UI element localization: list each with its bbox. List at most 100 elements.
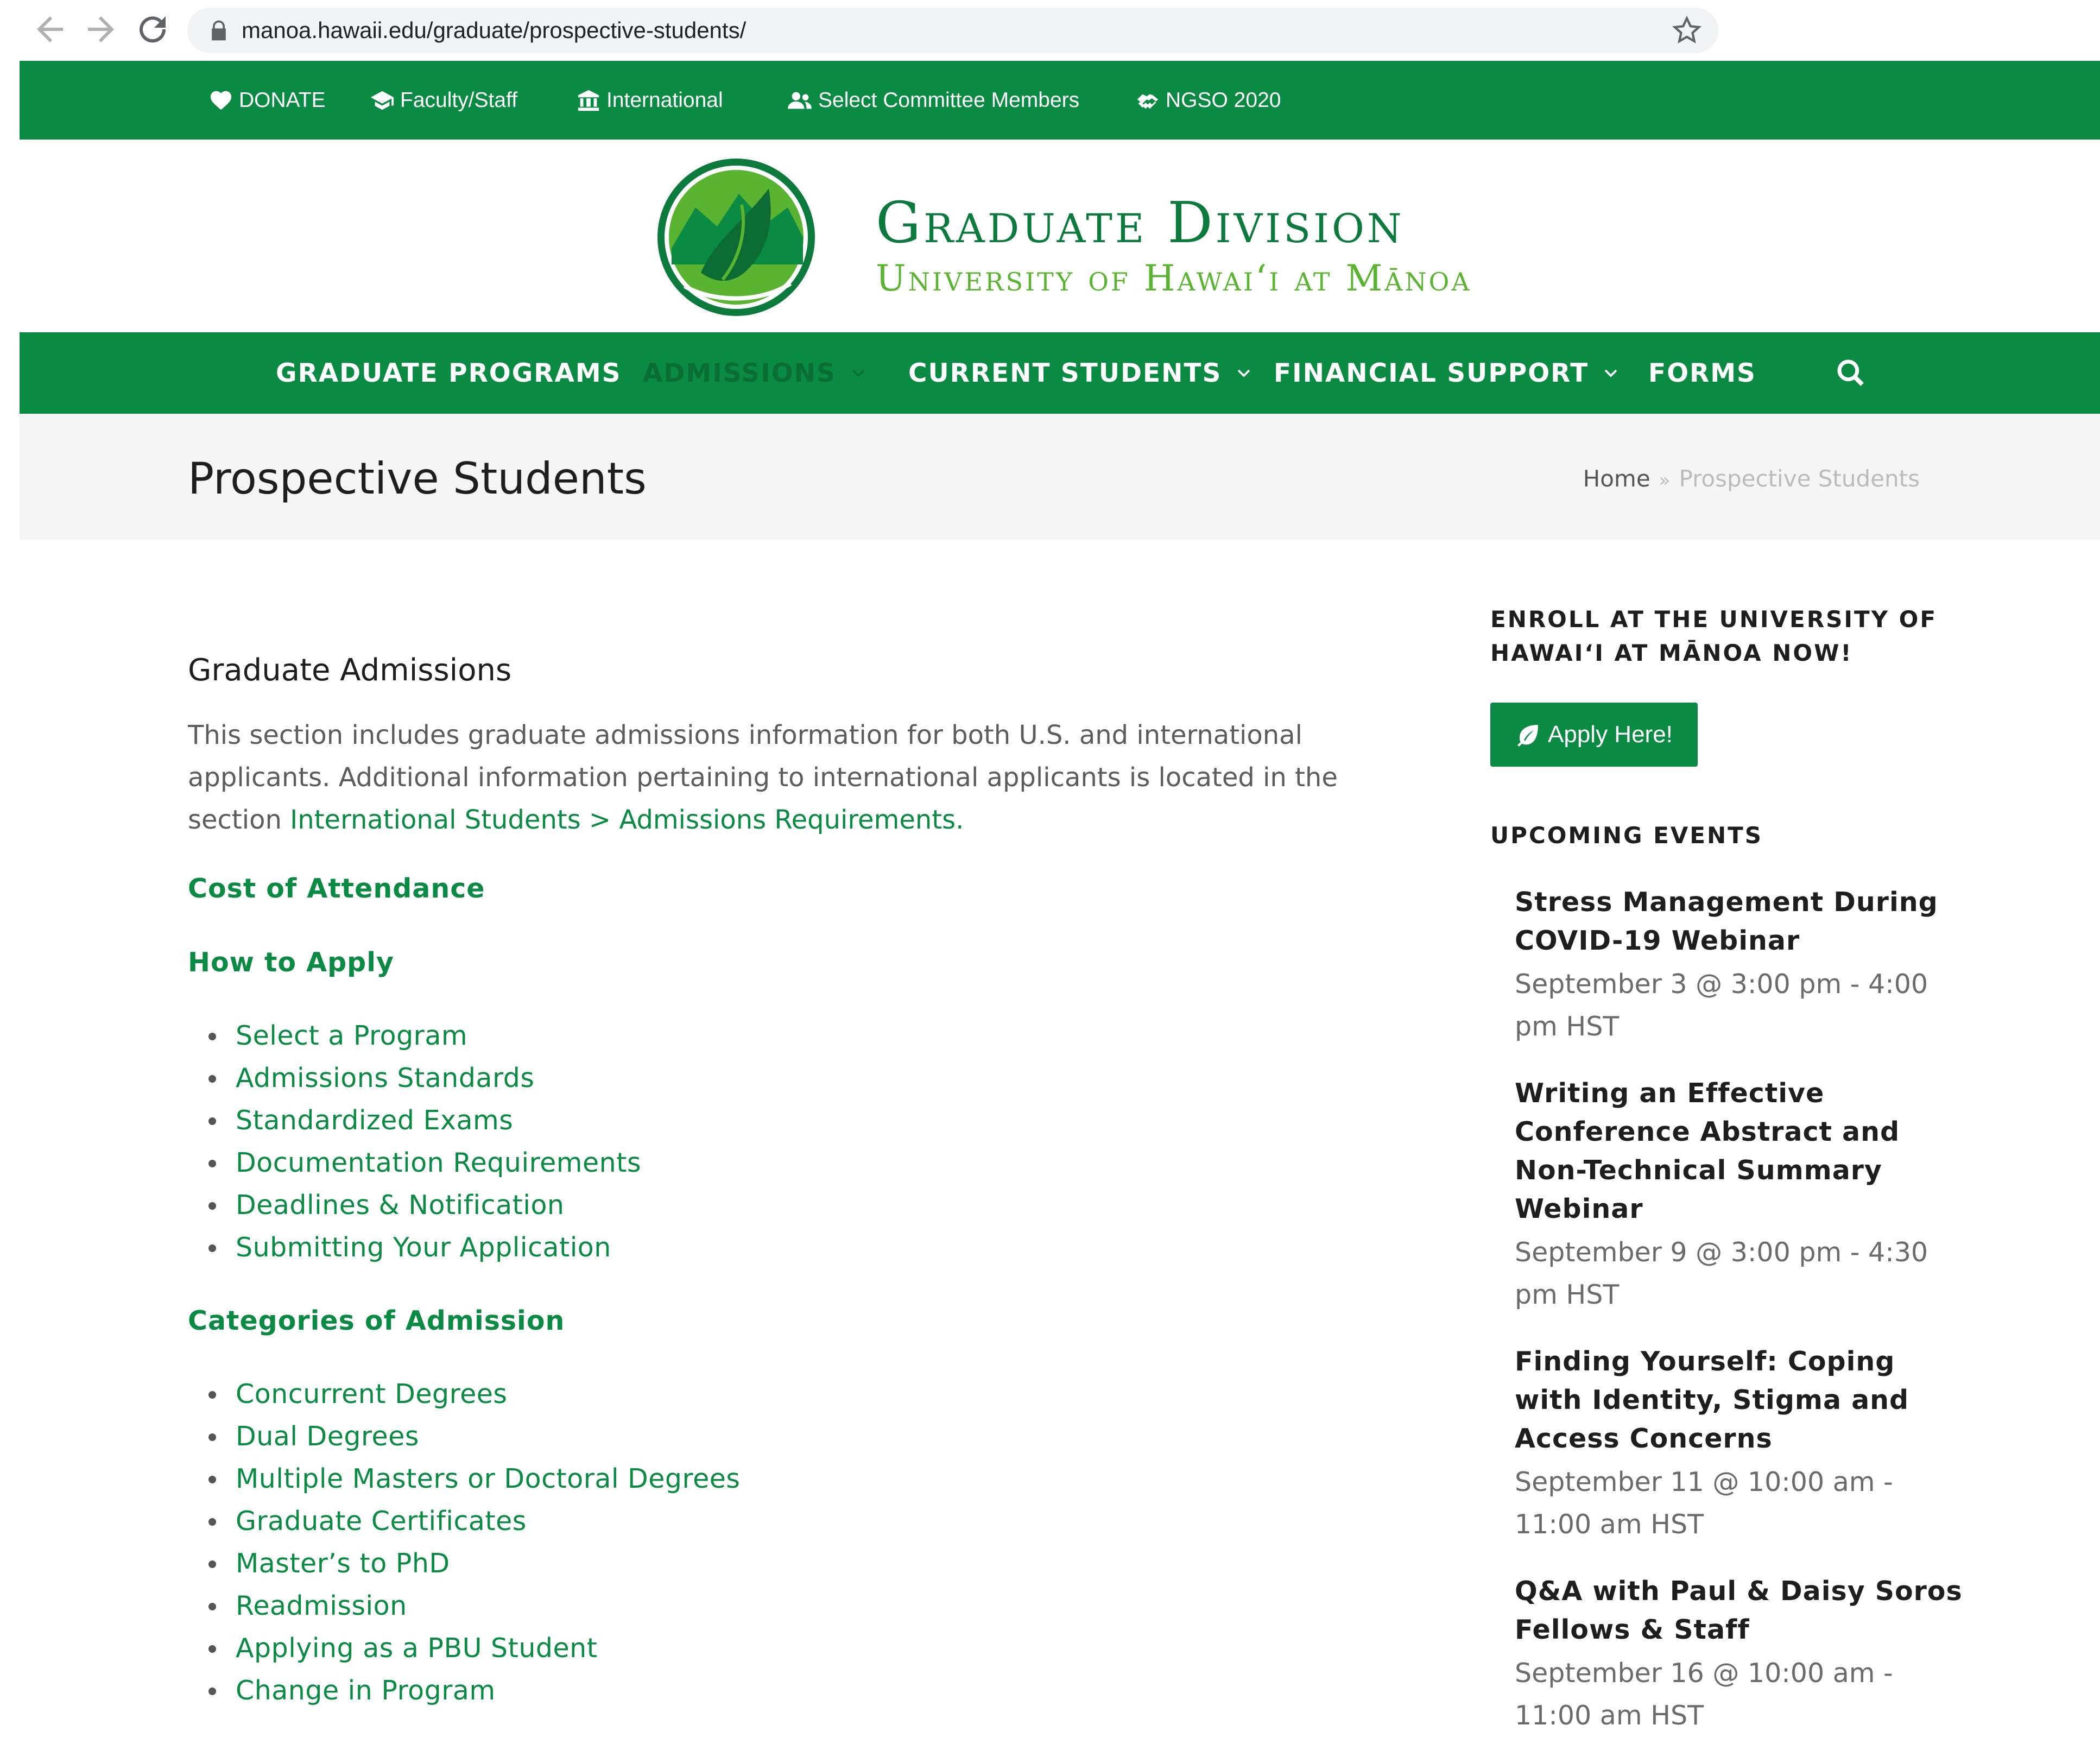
address-bar[interactable]: manoa.hawaii.edu/graduate/prospective-st… (187, 8, 1718, 53)
nav-search[interactable] (1836, 332, 1866, 414)
topbar-international[interactable]: International (576, 61, 723, 140)
event-time: September 9 @ 3:00 pm - 4:30 pm HST (1515, 1237, 1928, 1310)
utility-bar: DONATE Faculty/Staff International Selec… (20, 61, 2100, 140)
readmission-link[interactable]: Readmission (236, 1590, 407, 1621)
list-item: Dual Degrees (188, 1416, 1382, 1458)
list-item: Concurrent Degrees (188, 1373, 1382, 1416)
apply-here-label: Apply Here! (1548, 721, 1673, 748)
list-item: Submitting Your Application (188, 1227, 1382, 1269)
page-title-bar: Prospective Students Home » Prospective St… (20, 414, 2100, 540)
topbar-international-label: International (606, 88, 723, 112)
topbar-ngso-label: NGSO 2020 (1166, 88, 1281, 112)
event-title-link[interactable]: Stress Management During COVID-19 Webina… (1515, 883, 1965, 960)
documentation-requirements-link[interactable]: Documentation Requirements (236, 1147, 641, 1178)
event-title-link[interactable]: Q&A with Paul & Daisy Soros Fellows & St… (1515, 1572, 1965, 1649)
breadcrumb-separator: » (1659, 470, 1671, 491)
upcoming-events-title: UPCOMING EVENTS (1490, 822, 1763, 849)
list-item: Graduate Certificates (188, 1500, 1382, 1543)
main-content: Graduate Admissions This section include… (188, 649, 1382, 1742)
main-navigation: GRADUATE PROGRAMS ADMISSIONS CURRENT STU… (20, 332, 2100, 414)
multiple-degrees-link[interactable]: Multiple Masters or Doctoral Degrees (236, 1463, 740, 1494)
logo-subtitle: University of Hawai‘i at Mānoa (876, 257, 1472, 299)
star-icon[interactable] (1672, 15, 1702, 46)
topbar-donate[interactable]: DONATE (208, 61, 326, 140)
standardized-exams-link[interactable]: Standardized Exams (236, 1105, 513, 1136)
event-time: September 3 @ 3:00 pm - 4:00 pm HST (1515, 969, 1928, 1042)
back-icon[interactable] (30, 10, 69, 49)
users-icon (788, 92, 812, 109)
submitting-your-application-link[interactable]: Submitting Your Application (236, 1232, 611, 1263)
event-item: Finding Yourself: Coping with Identity, … (1515, 1342, 1965, 1546)
how-to-apply-link[interactable]: How to Apply (188, 941, 1382, 984)
topbar-donate-label: DONATE (239, 88, 326, 112)
chevron-down-icon (852, 369, 865, 377)
event-time: September 16 @ 10:00 am - 11:00 am HST (1515, 1658, 1893, 1731)
list-item: Applying as a PBU Student (188, 1627, 1382, 1670)
select-a-program-link[interactable]: Select a Program (236, 1020, 467, 1051)
institution-icon (578, 90, 599, 111)
nav-forms[interactable]: FORMS (1648, 332, 1756, 414)
cost-of-attendance-link[interactable]: Cost of Attendance (188, 867, 1382, 911)
nav-admissions[interactable]: ADMISSIONS (643, 332, 866, 414)
pbu-student-link[interactable]: Applying as a PBU Student (236, 1633, 597, 1664)
heart-icon (210, 91, 232, 110)
event-time: September 11 @ 10:00 am - 11:00 am HST (1515, 1467, 1893, 1540)
nav-forms-label: FORMS (1648, 358, 1756, 388)
chevron-down-icon (1238, 369, 1250, 377)
list-item: Select a Program (188, 1015, 1382, 1057)
forward-icon[interactable] (81, 10, 121, 49)
event-item: Stress Management During COVID-19 Webina… (1515, 883, 1965, 1048)
how-to-apply-list: Select a Program Admissions Standards St… (188, 1015, 1382, 1269)
event-item: Q&A with Paul & Daisy Soros Fellows & St… (1515, 1572, 1965, 1737)
categories-of-admission-link[interactable]: Categories of Admission (188, 1299, 1382, 1343)
event-title-link[interactable]: Finding Yourself: Coping with Identity, … (1515, 1342, 1965, 1458)
deadlines-notification-link[interactable]: Deadlines & Notification (236, 1190, 564, 1221)
logo-title: Graduate Division (876, 189, 1405, 256)
graduate-admissions-heading: Graduate Admissions (188, 653, 512, 688)
event-item: Writing an Effective Conference Abstract… (1515, 1074, 1965, 1316)
lock-icon[interactable] (207, 18, 231, 42)
change-in-program-link[interactable]: Change in Program (236, 1675, 496, 1706)
concurrent-degrees-link[interactable]: Concurrent Degrees (236, 1379, 507, 1410)
url-text: manoa.hawaii.edu/graduate/prospective-st… (242, 17, 747, 43)
nav-financial-support-label: FINANCIAL SUPPORT (1274, 358, 1589, 388)
nav-graduate-programs-label: GRADUATE PROGRAMS (276, 358, 622, 388)
masters-to-phd-link[interactable]: Master’s to PhD (236, 1548, 450, 1579)
topbar-ngso[interactable]: NGSO 2020 (1135, 61, 1281, 140)
breadcrumb-current: Prospective Students (1679, 465, 1920, 492)
nav-current-students[interactable]: CURRENT STUDENTS (908, 332, 1252, 414)
list-item: Deadlines & Notification (188, 1184, 1382, 1227)
nav-financial-support[interactable]: FINANCIAL SUPPORT (1274, 332, 1619, 414)
international-admissions-requirements-link[interactable]: International Students > Admissions Requ… (290, 805, 964, 835)
admissions-standards-link[interactable]: Admissions Standards (236, 1063, 534, 1094)
topbar-select-committee[interactable]: Select Committee Members (788, 61, 1079, 140)
list-item: Readmission (188, 1585, 1382, 1627)
site-header: Graduate Division University of Hawai‘i … (20, 140, 2100, 332)
handshake-icon (1137, 94, 1159, 109)
list-item: Change in Program (188, 1670, 1382, 1712)
list-item: Admissions Standards (188, 1057, 1382, 1099)
list-item: Multiple Masters or Doctoral Degrees (188, 1458, 1382, 1500)
nav-graduate-programs[interactable]: GRADUATE PROGRAMS (276, 332, 622, 414)
search-icon (1837, 359, 1864, 386)
list-item: Standardized Exams (188, 1099, 1382, 1142)
sidebar: ENROLL AT THE UNIVERSITY OF HAWAI‘I AT M… (1490, 603, 1979, 1763)
graduation-cap-icon (370, 91, 394, 110)
reload-icon[interactable] (133, 10, 172, 49)
apply-here-button[interactable]: Apply Here! (1490, 703, 1698, 767)
breadcrumb: Home » Prospective Students (1583, 464, 1920, 496)
breadcrumb-home-link[interactable]: Home (1583, 465, 1650, 492)
topbar-faculty-staff-label: Faculty/Staff (400, 88, 518, 112)
graduate-certificates-link[interactable]: Graduate Certificates (236, 1506, 527, 1537)
nav-admissions-label: ADMISSIONS (643, 358, 836, 388)
list-item: Documentation Requirements (188, 1142, 1382, 1184)
dual-degrees-link[interactable]: Dual Degrees (236, 1421, 419, 1452)
graduate-division-seal-icon[interactable] (652, 156, 820, 319)
leaf-icon (1517, 725, 1538, 747)
list-item: Master’s to PhD (188, 1543, 1382, 1585)
intro-paragraph: This section includes graduate admission… (188, 714, 1350, 841)
topbar-faculty-staff[interactable]: Faculty/Staff (370, 61, 517, 140)
event-title-link[interactable]: Writing an Effective Conference Abstract… (1515, 1074, 1965, 1228)
chevron-down-icon (1604, 369, 1617, 377)
page-title: Prospective Students (188, 453, 647, 504)
